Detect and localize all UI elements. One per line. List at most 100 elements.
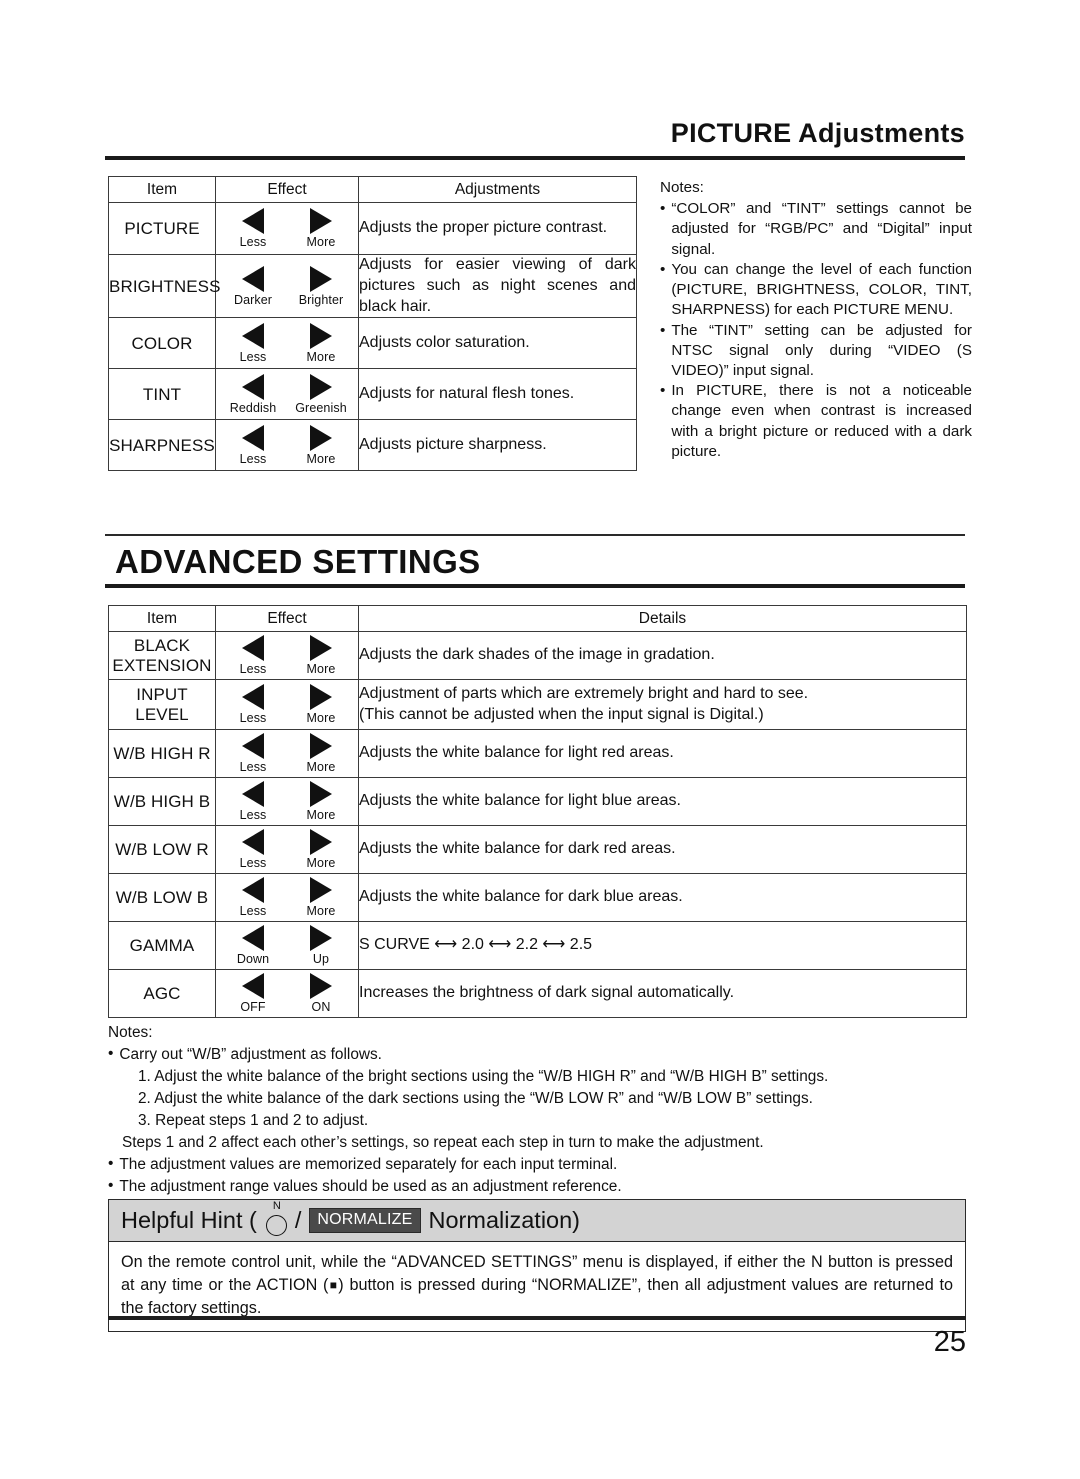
helpful-hint-suffix: Normalization) (428, 1207, 581, 1233)
right-arrow-label: Greenish (295, 400, 347, 415)
item-label: INPUT LEVEL (108, 679, 216, 730)
arrow-pair: Less More (216, 322, 358, 364)
increase-control[interactable]: Greenish (295, 373, 347, 415)
right-arrow-label: Brighter (298, 292, 344, 307)
footer-rule (108, 1316, 966, 1320)
left-arrow-icon (242, 424, 264, 451)
decrease-control[interactable]: Reddish (227, 373, 279, 415)
effect-cell: Less More (215, 419, 359, 472)
decrease-control[interactable]: Down (227, 925, 279, 966)
bullet-icon: • (660, 382, 666, 400)
item-label: W/B LOW B (108, 873, 216, 922)
table-row: W/B HIGH B Less More Adjusts the white b… (108, 777, 967, 826)
left-arrow-label: Less (239, 451, 267, 466)
left-arrow-icon (242, 373, 264, 400)
decrease-control[interactable]: Less (227, 781, 279, 822)
increase-control[interactable]: More (295, 733, 347, 774)
decrease-control[interactable]: Less (227, 322, 279, 364)
note-step: 1. Adjust the white balance of the brigh… (138, 1068, 829, 1086)
left-arrow-icon (242, 684, 264, 710)
column-header-effect: Effect (215, 176, 359, 203)
increase-control[interactable]: More (295, 424, 347, 466)
description-cell: Adjusts the white balance for dark red a… (358, 825, 967, 874)
increase-control[interactable]: More (295, 684, 347, 725)
arrow-pair: Less More (216, 877, 358, 918)
left-arrow-label: Less (239, 808, 267, 822)
bullet-icon: • (108, 1177, 114, 1195)
effect-cell: Reddish Greenish (215, 368, 359, 421)
decrease-control[interactable]: Less (227, 208, 279, 249)
effect-cell: Down Up (215, 921, 359, 970)
note-text: The adjustment range values should be us… (119, 1178, 622, 1196)
item-label: BRIGHTNESS (108, 253, 220, 319)
left-arrow-label: Less (239, 760, 267, 774)
left-arrow-label: Down (236, 952, 270, 966)
document-page: PICTURE Adjustments Item Effect Adjustme… (0, 0, 1080, 1479)
effect-cell: Less More (215, 631, 359, 680)
left-arrow-icon (242, 322, 264, 349)
left-arrow-icon (242, 265, 264, 292)
page-number: 25 (933, 1326, 966, 1358)
note-step: 3. Repeat steps 1 and 2 to adjust. (138, 1112, 369, 1130)
table-header-row: Item Effect Adjustments (108, 176, 637, 203)
table-row: W/B LOW R Less More Adjusts the white ba… (108, 825, 967, 874)
normalize-badge: NORMALIZE (309, 1208, 421, 1233)
description-line1: Adjustment of parts which are extremely … (359, 684, 809, 702)
right-arrow-icon (310, 781, 332, 807)
on-control[interactable]: ON (295, 973, 347, 1014)
right-arrow-label: More (306, 760, 336, 774)
decrease-control[interactable]: Less (227, 424, 279, 466)
effect-cell: Darker Brighter (215, 253, 359, 319)
note-text: The adjustment values are memorized sepa… (119, 1156, 618, 1174)
note-item: • The adjustment range values should be … (108, 1176, 968, 1198)
right-arrow-label: ON (311, 1000, 331, 1014)
increase-control[interactable]: More (295, 208, 347, 249)
increase-control[interactable]: More (295, 829, 347, 870)
description-cell: Adjusts the dark shades of the image in … (358, 631, 967, 680)
increase-control[interactable]: More (295, 635, 347, 676)
arrow-pair: Less More (216, 208, 358, 249)
increase-control[interactable]: More (295, 781, 347, 822)
arrow-pair: Less More (216, 733, 358, 774)
effect-cell: Less More (215, 679, 359, 730)
off-control[interactable]: OFF (227, 973, 279, 1014)
item-label: TINT (108, 368, 216, 421)
item-label: W/B HIGH B (108, 777, 216, 826)
right-arrow-label: More (306, 235, 336, 249)
note-text: Steps 1 and 2 affect each other’s settin… (122, 1134, 764, 1152)
item-label: PICTURE (108, 202, 216, 255)
left-arrow-icon (242, 781, 264, 807)
description-cell: Adjusts picture sharpness. (358, 419, 637, 472)
increase-control[interactable]: Up (295, 925, 347, 966)
increase-control[interactable]: More (295, 322, 347, 364)
table-row: TINT Reddish Greenish Adjusts for natura… (108, 368, 637, 421)
decrease-control[interactable]: Darker (227, 265, 279, 307)
arrow-pair: Less More (216, 684, 358, 725)
slash-separator: / (294, 1207, 302, 1233)
note-item: • You can change the level of each funct… (660, 260, 972, 321)
advanced-settings-rule-top (105, 534, 965, 536)
picture-adjustments-table: Item Effect Adjustments PICTURE Less Mor… (108, 176, 637, 472)
section-heading: ADVANCED SETTINGS (115, 543, 481, 580)
left-arrow-icon (242, 973, 264, 999)
bullet-icon: • (108, 1045, 114, 1063)
decrease-control[interactable]: Less (227, 829, 279, 870)
description-cell: Adjustment of parts which are extremely … (358, 679, 967, 730)
n-button-letter: N (272, 1199, 281, 1212)
decrease-control[interactable]: Less (227, 684, 279, 725)
description-cell: Adjusts the white balance for light blue… (358, 777, 967, 826)
effect-cell: Less More (215, 202, 359, 255)
increase-control[interactable]: More (295, 877, 347, 918)
description-cell: Adjusts for natural flesh tones. (358, 368, 637, 421)
note-text: “COLOR” and “TINT” settings cannot be ad… (671, 200, 972, 258)
notes-title: Notes: (108, 1024, 153, 1041)
left-arrow-label: Darker (233, 292, 273, 307)
decrease-control[interactable]: Less (227, 635, 279, 676)
decrease-control[interactable]: Less (227, 877, 279, 918)
right-arrow-icon (310, 373, 332, 400)
helpful-hint-box: Helpful Hint ( N / NORMALIZE Normalizati… (108, 1199, 966, 1332)
right-arrow-icon (310, 733, 332, 759)
increase-control[interactable]: Brighter (295, 265, 347, 307)
item-label-line1: INPUT (136, 685, 188, 705)
decrease-control[interactable]: Less (227, 733, 279, 774)
